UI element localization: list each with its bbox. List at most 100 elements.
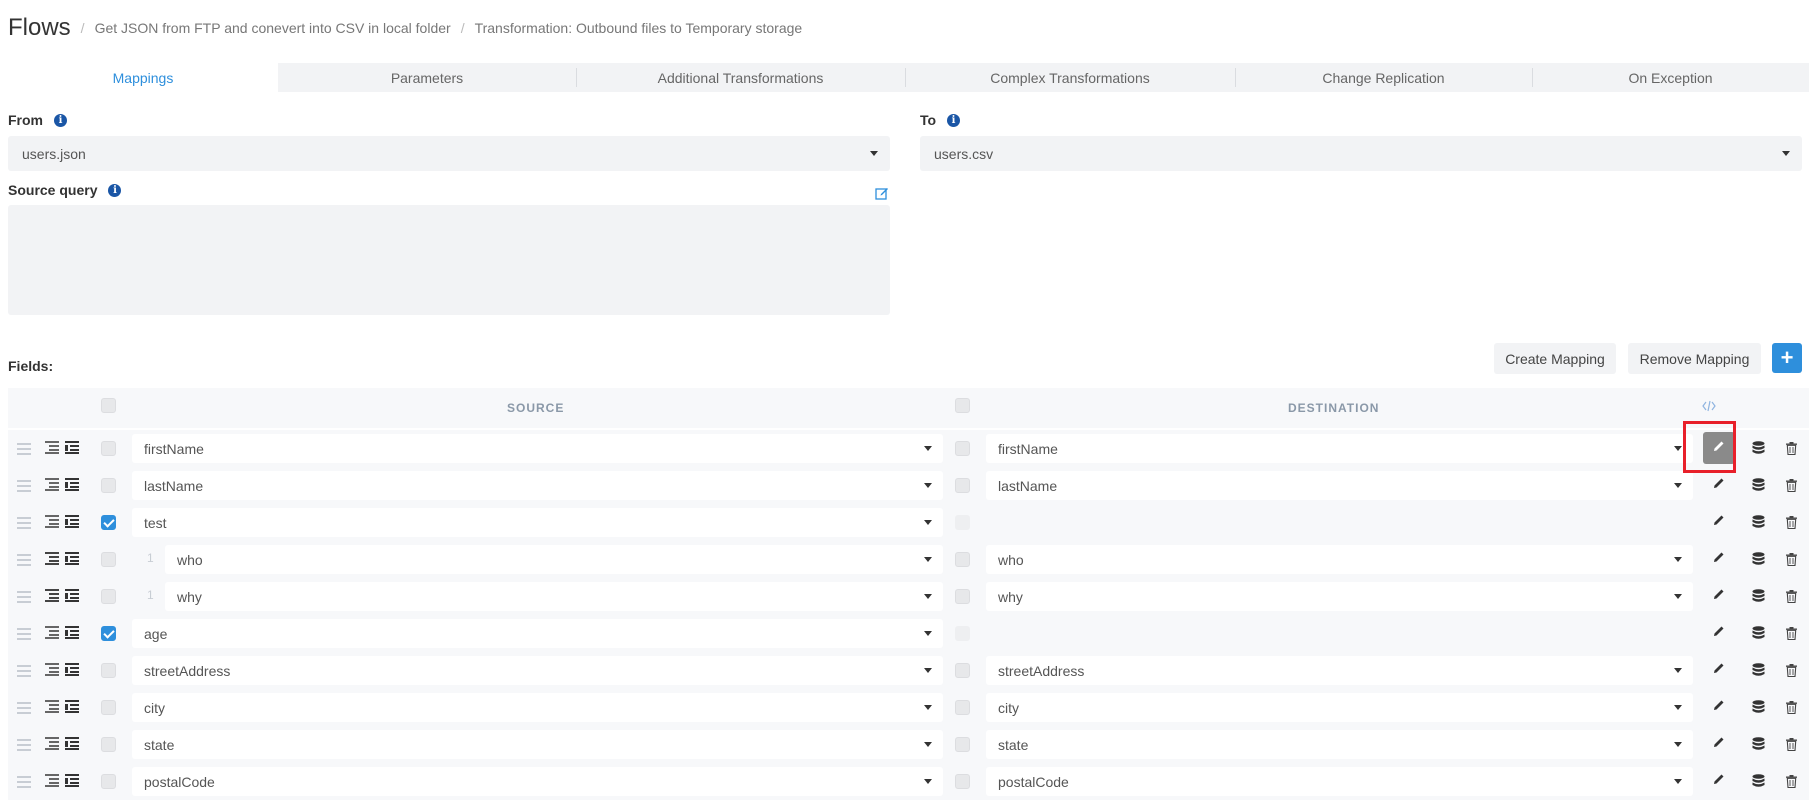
from-select[interactable]: users.json — [8, 136, 890, 171]
source-field-select[interactable]: test — [132, 508, 943, 537]
indent-icon[interactable] — [65, 552, 79, 565]
source-field-select[interactable]: streetAddress — [132, 656, 943, 685]
info-icon[interactable]: i — [54, 113, 67, 127]
to-select[interactable]: users.csv — [920, 136, 1802, 171]
delete-mapping-button[interactable] — [1783, 513, 1799, 531]
tab-parameters[interactable]: Parameters — [278, 63, 576, 92]
delete-mapping-button[interactable] — [1783, 735, 1799, 753]
tab-complex-transformations[interactable]: Complex Transformations — [905, 63, 1235, 92]
drag-handle-icon[interactable] — [17, 443, 31, 458]
drag-handle-icon[interactable] — [17, 628, 31, 643]
row-destination-checkbox[interactable] — [955, 478, 970, 493]
indent-icon[interactable] — [65, 589, 79, 602]
row-destination-checkbox[interactable] — [955, 552, 970, 567]
row-source-checkbox[interactable] — [101, 589, 116, 604]
destination-field-select[interactable]: firstName — [986, 434, 1693, 463]
row-source-checkbox[interactable] — [101, 700, 116, 715]
code-icon[interactable] — [1702, 400, 1716, 412]
edit-mapping-button[interactable] — [1711, 550, 1727, 568]
row-source-checkbox[interactable] — [101, 737, 116, 752]
breadcrumb-flow[interactable]: Get JSON from FTP and conevert into CSV … — [95, 20, 451, 36]
info-icon[interactable]: i — [947, 113, 961, 127]
tab-on-exception[interactable]: On Exception — [1532, 63, 1809, 92]
database-button[interactable] — [1750, 513, 1766, 531]
drag-handle-icon[interactable] — [17, 739, 31, 754]
indent-icon[interactable] — [65, 774, 79, 787]
drag-handle-icon[interactable] — [17, 480, 31, 495]
page-title[interactable]: Flows — [8, 14, 71, 42]
indent-icon[interactable] — [65, 441, 79, 454]
indent-icon[interactable] — [65, 700, 79, 713]
database-button[interactable] — [1750, 587, 1766, 605]
drag-handle-icon[interactable] — [17, 591, 31, 606]
outdent-icon[interactable] — [45, 663, 59, 676]
drag-handle-icon[interactable] — [17, 776, 31, 791]
row-source-checkbox[interactable] — [101, 478, 116, 493]
source-query-input[interactable] — [8, 205, 890, 315]
destination-field-select[interactable]: state — [986, 730, 1693, 759]
source-field-select[interactable]: firstName — [132, 434, 943, 463]
edit-mapping-button[interactable] — [1711, 735, 1727, 753]
edit-mapping-button[interactable] — [1711, 476, 1727, 494]
outdent-icon[interactable] — [45, 700, 59, 713]
tab-change-replication[interactable]: Change Replication — [1235, 63, 1532, 92]
database-button[interactable] — [1750, 661, 1766, 679]
row-source-checkbox[interactable] — [101, 515, 116, 530]
drag-handle-icon[interactable] — [17, 665, 31, 680]
source-field-select[interactable]: who — [165, 545, 943, 574]
database-button[interactable] — [1750, 772, 1766, 790]
row-destination-checkbox[interactable] — [955, 663, 970, 678]
row-source-checkbox[interactable] — [101, 663, 116, 678]
info-icon[interactable]: i — [108, 183, 122, 197]
source-field-select[interactable]: state — [132, 730, 943, 759]
delete-mapping-button[interactable] — [1783, 772, 1799, 790]
outdent-icon[interactable] — [45, 441, 59, 454]
drag-handle-icon[interactable] — [17, 554, 31, 569]
indent-icon[interactable] — [65, 737, 79, 750]
row-destination-checkbox[interactable] — [955, 700, 970, 715]
edit-mapping-button[interactable] — [1711, 772, 1727, 790]
edit-mapping-button[interactable] — [1711, 587, 1727, 605]
outdent-icon[interactable] — [45, 589, 59, 602]
destination-field-select[interactable]: city — [986, 693, 1693, 722]
create-mapping-button[interactable]: Create Mapping — [1494, 343, 1616, 374]
destination-field-select[interactable]: lastName — [986, 471, 1693, 500]
drag-handle-icon[interactable] — [17, 517, 31, 532]
source-field-select[interactable]: postalCode — [132, 767, 943, 796]
destination-field-select[interactable]: streetAddress — [986, 656, 1693, 685]
row-source-checkbox[interactable] — [101, 774, 116, 789]
edit-mapping-button[interactable] — [1711, 661, 1727, 679]
indent-icon[interactable] — [65, 663, 79, 676]
database-button[interactable] — [1750, 439, 1766, 457]
delete-mapping-button[interactable] — [1783, 476, 1799, 494]
outdent-icon[interactable] — [45, 774, 59, 787]
row-source-checkbox[interactable] — [101, 441, 116, 456]
source-field-select[interactable]: why — [165, 582, 943, 611]
row-destination-checkbox[interactable] — [955, 589, 970, 604]
source-field-select[interactable]: age — [132, 619, 943, 648]
source-field-select[interactable]: lastName — [132, 471, 943, 500]
delete-mapping-button[interactable] — [1783, 550, 1799, 568]
outdent-icon[interactable] — [45, 515, 59, 528]
indent-icon[interactable] — [65, 515, 79, 528]
row-destination-checkbox[interactable] — [955, 737, 970, 752]
edit-mapping-button[interactable] — [1711, 624, 1727, 642]
outdent-icon[interactable] — [45, 626, 59, 639]
database-button[interactable] — [1750, 476, 1766, 494]
edit-query-icon[interactable] — [875, 186, 889, 200]
row-source-checkbox[interactable] — [101, 626, 116, 641]
edit-mapping-button[interactable] — [1711, 513, 1727, 531]
select-all-source-checkbox[interactable] — [101, 398, 116, 413]
outdent-icon[interactable] — [45, 737, 59, 750]
destination-field-select[interactable]: why — [986, 582, 1693, 611]
indent-icon[interactable] — [65, 478, 79, 491]
row-destination-checkbox[interactable] — [955, 774, 970, 789]
indent-icon[interactable] — [65, 626, 79, 639]
add-field-button[interactable]: + — [1772, 343, 1802, 373]
outdent-icon[interactable] — [45, 552, 59, 565]
tab-additional-transformations[interactable]: Additional Transformations — [576, 63, 905, 92]
database-button[interactable] — [1750, 735, 1766, 753]
delete-mapping-button[interactable] — [1783, 661, 1799, 679]
delete-mapping-button[interactable] — [1783, 698, 1799, 716]
delete-mapping-button[interactable] — [1783, 439, 1799, 457]
